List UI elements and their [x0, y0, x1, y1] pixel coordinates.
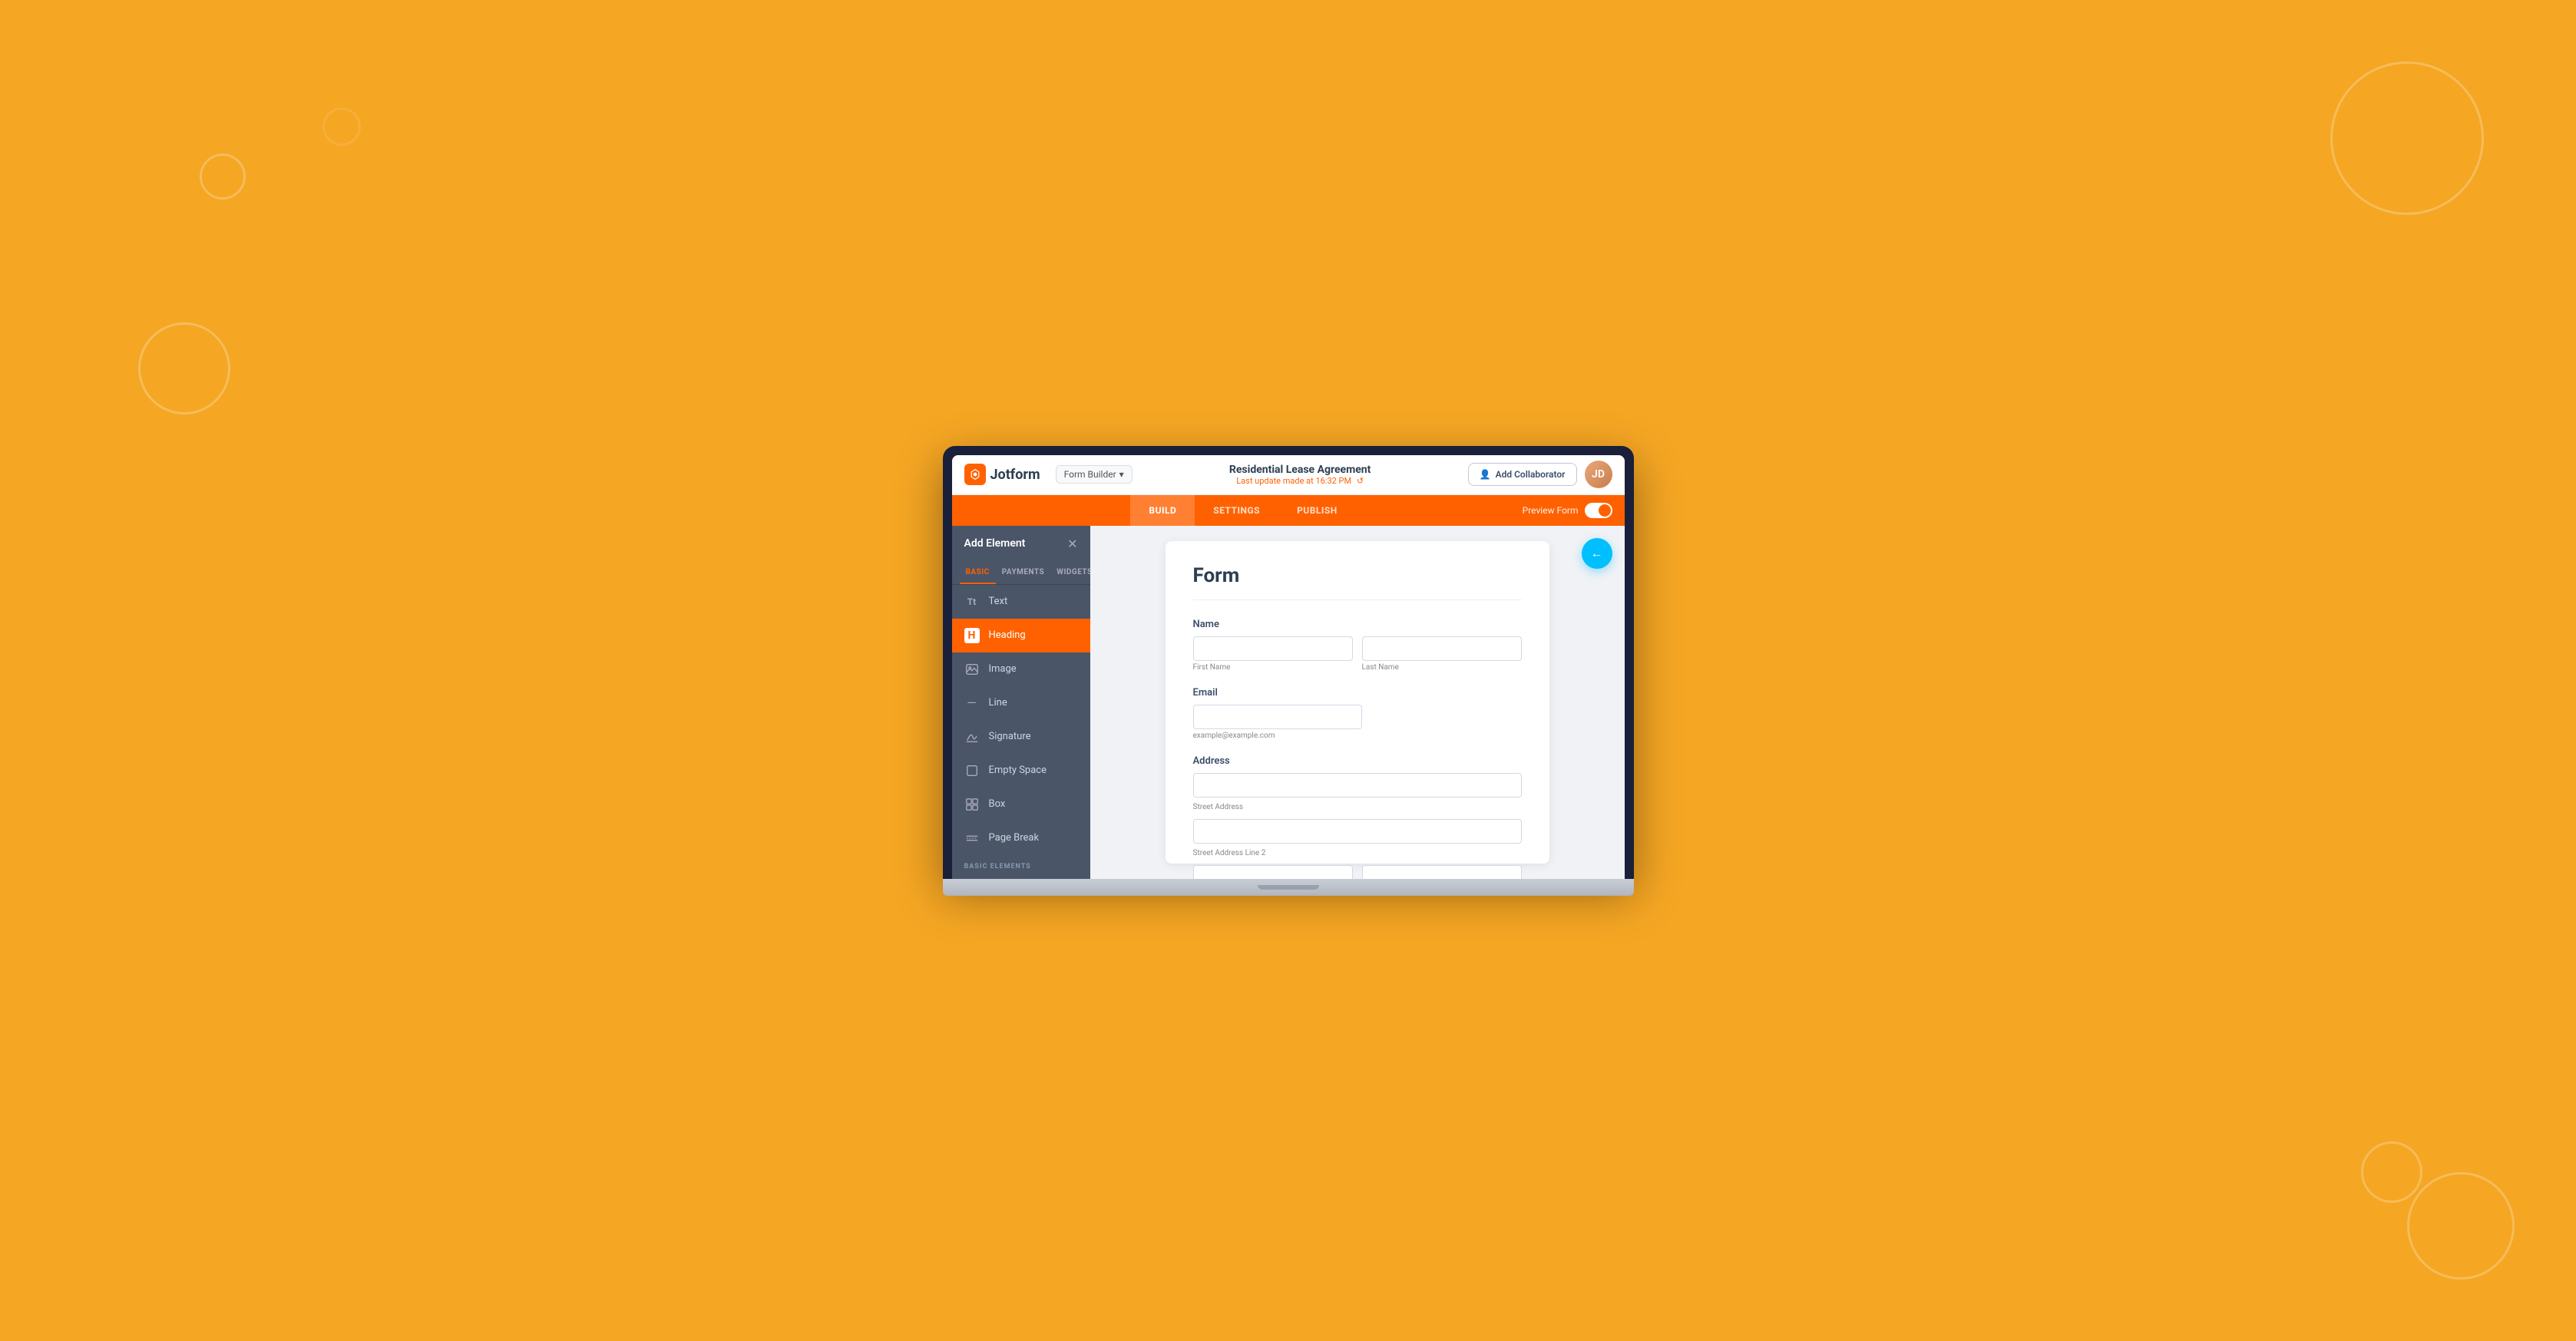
- main-content: Add Element ✕ BASIC PAYMENTS WIDGETS: [952, 526, 1625, 879]
- laptop-wrapper: Jotform Form Builder ▾ Residential Lease…: [943, 446, 1634, 896]
- heading-icon: H: [964, 628, 980, 643]
- sidebar-item-box[interactable]: Box: [952, 788, 1090, 821]
- image-icon: [964, 662, 980, 677]
- add-collaborator-button[interactable]: 👤 Add Collaborator: [1468, 463, 1577, 486]
- field-name-row: First Name Last Name: [1193, 636, 1522, 672]
- tab-settings[interactable]: SETTINGS: [1195, 495, 1278, 526]
- field-address-label: Address: [1193, 755, 1522, 767]
- street-address-2-input[interactable]: [1193, 819, 1522, 844]
- tab-publish[interactable]: PUBLISH: [1278, 495, 1356, 526]
- toggle-knob: [1599, 504, 1611, 517]
- last-update: Last update made at 16:32 PM ↺: [1133, 476, 1468, 486]
- tab-build[interactable]: BUILD: [1130, 495, 1195, 526]
- chevron-down-icon: ▾: [1119, 469, 1124, 480]
- state-input[interactable]: [1362, 865, 1522, 879]
- sidebar-item-heading[interactable]: H Heading: [952, 619, 1090, 652]
- laptop-screen: Jotform Form Builder ▾ Residential Lease…: [943, 446, 1634, 879]
- line-icon: —: [964, 695, 980, 711]
- logo-icon: [964, 464, 986, 485]
- form-card: Form Name First Name: [1166, 541, 1549, 864]
- add-collaborator-label: Add Collaborator: [1496, 469, 1566, 480]
- sidebar-tab-basic[interactable]: BASIC: [960, 562, 996, 584]
- floating-back-button[interactable]: ←: [1582, 538, 1612, 569]
- form-builder-button[interactable]: Form Builder ▾: [1056, 465, 1133, 484]
- form-heading: Form: [1193, 564, 1522, 600]
- laptop-notch: [1258, 885, 1319, 890]
- first-name-sublabel: First Name: [1193, 663, 1353, 672]
- last-name-input[interactable]: [1362, 636, 1522, 661]
- first-name-col: First Name: [1193, 636, 1353, 672]
- back-arrow-icon: ←: [1591, 546, 1603, 561]
- sidebar-header: Add Element ✕: [952, 526, 1090, 562]
- preview-form-label: Preview Form: [1523, 505, 1579, 516]
- preview-toggle: Preview Form: [1523, 503, 1612, 518]
- text-icon: Tt: [964, 594, 980, 609]
- last-name-col: Last Name: [1362, 636, 1522, 672]
- sidebar-item-image[interactable]: Image: [952, 652, 1090, 686]
- sidebar-tab-payments[interactable]: PAYMENTS: [996, 562, 1050, 584]
- logo-text: Jotform: [990, 467, 1040, 483]
- sidebar-item-signature[interactable]: Signature: [952, 720, 1090, 754]
- field-name: Name First Name Last Name: [1193, 619, 1522, 672]
- tab-bar: BUILD SETTINGS PUBLISH Preview Form: [952, 495, 1625, 526]
- page-break-icon: [964, 831, 980, 846]
- screen-inner: Jotform Form Builder ▾ Residential Lease…: [952, 455, 1625, 879]
- sidebar-item-text[interactable]: Tt Text: [952, 585, 1090, 619]
- sidebar-item-page-break[interactable]: Page Break: [952, 821, 1090, 855]
- signature-icon: [964, 729, 980, 745]
- navbar-right: 👤 Add Collaborator JD: [1468, 461, 1612, 488]
- city-input[interactable]: [1193, 865, 1353, 879]
- sidebar-title: Add Element: [964, 537, 1026, 550]
- sidebar-item-empty-space[interactable]: Empty Space: [952, 754, 1090, 788]
- laptop-base: [943, 879, 1634, 896]
- close-button[interactable]: ✕: [1067, 537, 1077, 551]
- form-area: Form Name First Name: [1090, 526, 1625, 879]
- empty-space-icon: [964, 763, 980, 778]
- field-email: Email example@example.com: [1193, 687, 1522, 740]
- street-address-2-sublabel: Street Address Line 2: [1193, 849, 1522, 857]
- tab-bar-tabs: BUILD SETTINGS PUBLISH: [964, 495, 1523, 526]
- navbar-brand: Jotform Form Builder ▾: [964, 464, 1133, 485]
- email-input[interactable]: [1193, 705, 1362, 729]
- first-name-input[interactable]: [1193, 636, 1353, 661]
- last-name-sublabel: Last Name: [1362, 663, 1522, 672]
- sidebar-item-line[interactable]: — Line: [952, 686, 1090, 720]
- sidebar-section-label: BASIC ELEMENTS: [952, 855, 1090, 874]
- sidebar: Add Element ✕ BASIC PAYMENTS WIDGETS: [952, 526, 1090, 879]
- navbar: Jotform Form Builder ▾ Residential Lease…: [952, 455, 1625, 495]
- street-address-sublabel: Street Address: [1193, 803, 1522, 811]
- form-builder-label: Form Builder: [1064, 469, 1116, 480]
- field-email-label: Email: [1193, 687, 1522, 699]
- field-address: Address Street Address Street Address Li…: [1193, 755, 1522, 879]
- sidebar-item-form-title[interactable]: Form Title: [952, 874, 1090, 879]
- sidebar-items: Tt Text H Heading: [952, 585, 1090, 879]
- form-title: Residential Lease Agreement: [1133, 464, 1468, 476]
- street-address-input[interactable]: [1193, 773, 1522, 798]
- avatar[interactable]: JD: [1585, 461, 1612, 488]
- email-sublabel: example@example.com: [1193, 732, 1522, 740]
- sidebar-tabs: BASIC PAYMENTS WIDGETS: [952, 562, 1090, 585]
- jotform-logo: Jotform: [964, 464, 1040, 485]
- preview-toggle-switch[interactable]: [1585, 503, 1612, 518]
- field-name-label: Name: [1193, 619, 1522, 630]
- box-icon: [964, 797, 980, 812]
- navbar-center: Residential Lease Agreement Last update …: [1133, 464, 1468, 486]
- user-plus-icon: 👤: [1480, 469, 1491, 480]
- refresh-icon: ↺: [1357, 476, 1364, 486]
